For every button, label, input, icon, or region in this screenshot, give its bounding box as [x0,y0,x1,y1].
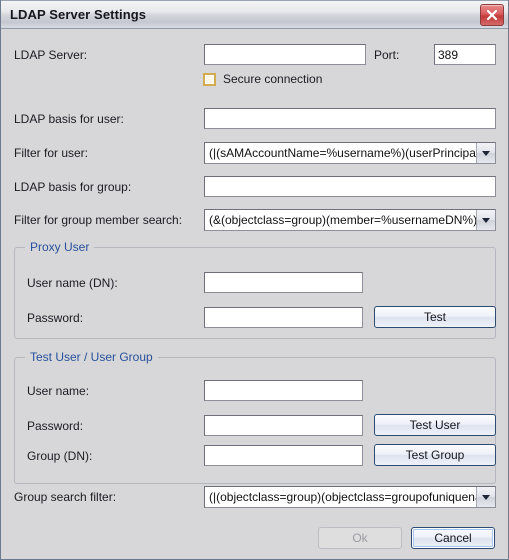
ldap-server-input[interactable] [204,44,366,65]
test-group-label-row: Group (DN): [27,449,92,463]
ldap-basis-user-label: LDAP basis for user: [14,112,124,126]
filter-group-member-value: (&(objectclass=group)(member=%usernameDN… [209,213,476,227]
test-username-input[interactable] [204,380,363,401]
proxy-password-input[interactable] [204,307,363,328]
close-icon [486,9,498,21]
ldap-basis-user-input[interactable] [204,108,496,129]
filter-group-member-combo[interactable]: (&(objectclass=group)(member=%usernameDN… [204,209,496,231]
ok-button-label: Ok [352,531,368,545]
filter-group-member-label: Filter for group member search: [14,213,183,227]
filter-user-dropdown-button[interactable] [476,143,495,163]
test-group-label: Group (DN): [27,449,93,463]
test-username-label-row: User name: [27,384,89,398]
ldap-basis-group-label-row: LDAP basis for group: [14,180,131,194]
title-bar: LDAP Server Settings [1,0,508,29]
test-password-label-row: Password: [27,419,83,433]
group-search-filter-value: (|(objectclass=group)(objectclass=groupo… [209,490,476,504]
port-input[interactable] [434,44,496,65]
group-search-filter-label: Group search filter: [14,490,117,504]
ldap-basis-group-label: LDAP basis for group: [14,180,132,194]
test-user-group-legend: Test User / User Group [25,350,158,364]
ldap-server-settings-dialog: LDAP Server Settings LDAP Server: Port: … [0,0,509,560]
ldap-server-label: LDAP Server: [14,48,88,62]
chevron-down-icon [482,150,490,156]
port-label: Port: [374,48,400,62]
proxy-test-button-label: Test [423,310,446,324]
ok-button[interactable]: Ok [318,527,402,549]
window-title: LDAP Server Settings [10,7,147,22]
filter-user-value: (|(sAMAccountName=%username%)(userPrinci… [209,146,476,160]
close-button[interactable] [480,4,504,26]
proxy-username-label: User name (DN): [27,276,118,290]
test-username-label: User name: [27,384,90,398]
filter-user-combo[interactable]: (|(sAMAccountName=%username%)(userPrinci… [204,142,496,164]
proxy-username-input[interactable] [204,272,363,293]
test-password-input[interactable] [204,415,363,436]
ldap-server-label-row: LDAP Server: [14,48,87,62]
test-group-button-label: Test Group [405,448,465,462]
cancel-button[interactable]: Cancel [411,527,495,549]
secure-connection-row[interactable]: Secure connection [203,72,322,86]
group-search-filter-dropdown-button[interactable] [476,487,495,507]
filter-group-member-dropdown-button[interactable] [476,210,495,230]
filter-user-label-row: Filter for user: [14,146,88,160]
group-search-filter-combo[interactable]: (|(objectclass=group)(objectclass=groupo… [204,486,496,508]
cancel-button-label: Cancel [434,531,472,545]
proxy-user-legend: Proxy User [25,240,95,254]
proxy-test-button[interactable]: Test [374,306,496,328]
chevron-down-icon [482,494,490,500]
test-user-button[interactable]: Test User [374,414,496,436]
test-user-button-label: Test User [409,418,461,432]
group-search-filter-label-row: Group search filter: [14,490,116,504]
filter-user-label: Filter for user: [14,146,89,160]
ldap-basis-user-label-row: LDAP basis for user: [14,112,124,126]
test-password-label: Password: [27,419,84,433]
proxy-username-label-row: User name (DN): [27,276,118,290]
dialog-body: LDAP Server: Port: Secure connection LDA… [1,29,508,559]
footer-button-bar: Ok Cancel [318,527,495,549]
port-label-row: Port: [374,48,399,62]
proxy-password-label: Password: [27,311,84,325]
chevron-down-icon [482,217,490,223]
secure-connection-label: Secure connection [223,72,323,86]
filter-group-member-label-row: Filter for group member search: [14,213,182,227]
ldap-basis-group-input[interactable] [204,176,496,197]
test-group-input[interactable] [204,445,363,466]
secure-connection-checkbox[interactable] [203,72,216,86]
test-group-button[interactable]: Test Group [374,444,496,466]
proxy-password-label-row: Password: [27,311,83,325]
